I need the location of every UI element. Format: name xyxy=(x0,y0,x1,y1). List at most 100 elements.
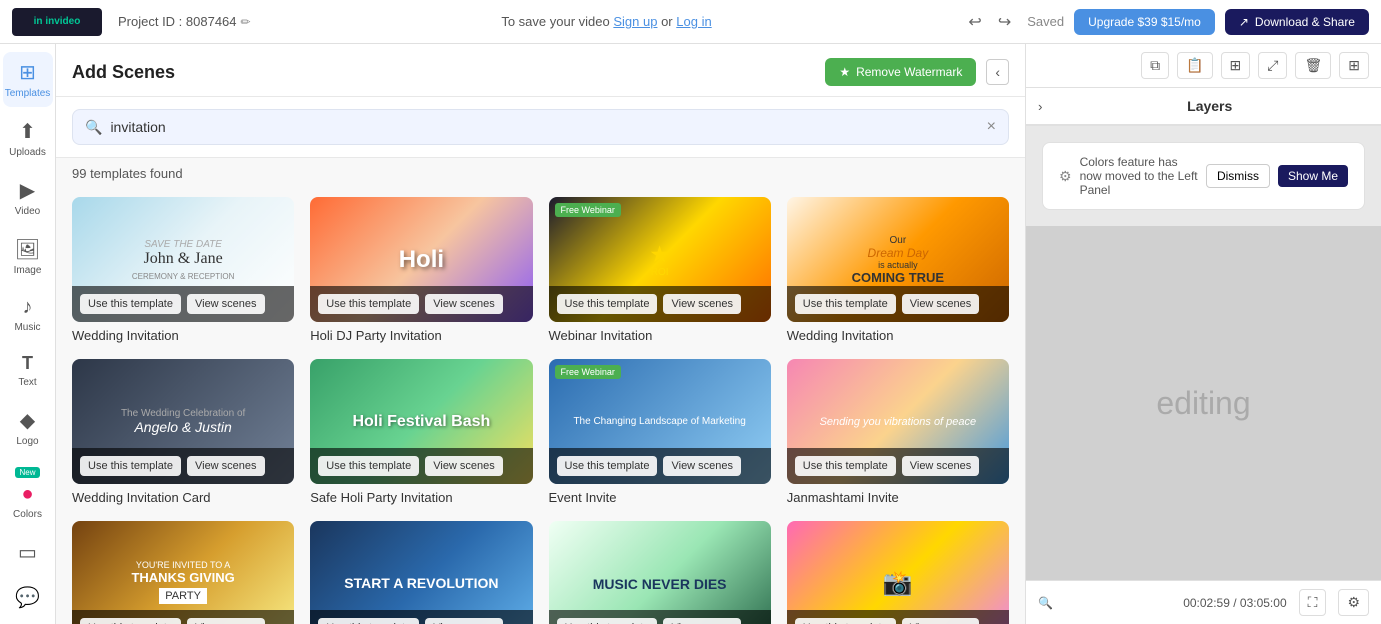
scenes-icon: ▭ xyxy=(18,540,37,565)
template-thumbnail[interactable]: Free Webinar The Changing Landscape of M… xyxy=(549,359,771,484)
template-card: MUSIC NEVER DIES Use this template View … xyxy=(549,521,771,624)
template-overlay: Use this template View scenes xyxy=(549,448,771,484)
view-scenes-button[interactable]: View scenes xyxy=(187,456,265,476)
star-icon: ★ xyxy=(839,65,850,79)
edit-project-icon[interactable]: ✏ xyxy=(241,15,251,29)
template-thumbnail[interactable]: The Wedding Celebration of Angelo & Just… xyxy=(72,359,294,484)
template-name: Safe Holi Party Invitation xyxy=(310,490,532,505)
zoom-icon: 🔍 xyxy=(1038,596,1053,610)
search-input[interactable] xyxy=(110,119,978,135)
resize-icon-button[interactable]: ⤢ xyxy=(1258,52,1287,79)
copy-icon-button[interactable]: ⧉ xyxy=(1141,52,1169,79)
view-scenes-button[interactable]: View scenes xyxy=(902,618,980,624)
view-scenes-button[interactable]: View scenes xyxy=(902,456,980,476)
view-scenes-button[interactable]: View scenes xyxy=(663,456,741,476)
sidebar-item-colors[interactable]: New ● Colors xyxy=(3,459,53,528)
template-thumbnail[interactable]: Free Webinar ★ ROI Use this template Vie… xyxy=(549,197,771,322)
collapse-panel-button[interactable]: ‹ xyxy=(986,59,1009,85)
use-template-button[interactable]: Use this template xyxy=(318,618,419,624)
right-area: ⧉ 📋 ⊞ ⤢ 🗑 ⊞ › Layers ⚙ Colors feature ha… xyxy=(1026,44,1381,624)
colors-icon: ● xyxy=(21,483,33,506)
clear-search-button[interactable]: × xyxy=(987,118,996,136)
template-thumbnail[interactable]: MUSIC NEVER DIES Use this template View … xyxy=(549,521,771,624)
undo-button[interactable]: ↩ xyxy=(962,8,987,36)
panel-header: Add Scenes ★ Remove Watermark ‹ xyxy=(56,44,1025,97)
sidebar-item-music[interactable]: ♪ Music xyxy=(3,288,53,341)
view-scenes-button[interactable]: View scenes xyxy=(425,294,503,314)
use-template-button[interactable]: Use this template xyxy=(557,456,658,476)
show-me-button[interactable]: Show Me xyxy=(1278,165,1348,187)
use-template-button[interactable]: Use this template xyxy=(80,618,181,624)
sidebar-item-chat[interactable]: 💬 xyxy=(3,577,53,618)
template-thumbnail[interactable]: START A REVOLUTION Use this template Vie… xyxy=(310,521,532,624)
login-link[interactable]: Log in xyxy=(676,14,711,29)
sidebar-item-logo[interactable]: ◆ Logo xyxy=(3,400,53,455)
template-thumbnail[interactable]: SAVE THE DATE John & Jane CEREMONY & REC… xyxy=(72,197,294,322)
template-name: Wedding Invitation xyxy=(72,328,294,343)
search-icon: 🔍 xyxy=(85,119,102,136)
use-template-button[interactable]: Use this template xyxy=(557,294,658,314)
view-scenes-button[interactable]: View scenes xyxy=(902,294,980,314)
use-template-button[interactable]: Use this template xyxy=(557,618,658,624)
template-thumbnail[interactable]: Holi Use this template View scenes xyxy=(310,197,532,322)
paste-icon-button[interactable]: 📋 xyxy=(1177,52,1212,79)
template-name: Webinar Invitation xyxy=(549,328,771,343)
video-icon: ▶ xyxy=(20,178,35,203)
view-scenes-button[interactable]: View scenes xyxy=(663,294,741,314)
editor-area: editing xyxy=(1026,226,1381,580)
view-scenes-button[interactable]: View scenes xyxy=(663,618,741,624)
use-template-button[interactable]: Use this template xyxy=(318,456,419,476)
template-card: YOU'RE INVITED TO A THANKS GIVING PARTY … xyxy=(72,521,294,624)
view-scenes-button[interactable]: View scenes xyxy=(425,456,503,476)
template-thumbnail[interactable]: YOU'RE INVITED TO A THANKS GIVING PARTY … xyxy=(72,521,294,624)
use-template-button[interactable]: Use this template xyxy=(795,294,896,314)
template-card: 📸 Use this template View scenes Photo In… xyxy=(787,521,1009,624)
template-overlay: Use this template View scenes xyxy=(310,448,532,484)
main-layout: ⊞ Templates ⬆ Uploads ▶ Video 🖼 Image ♪ … xyxy=(0,44,1381,624)
template-thumbnail[interactable]: Sending you vibrations of peace Use this… xyxy=(787,359,1009,484)
template-card: The Wedding Celebration of Angelo & Just… xyxy=(72,359,294,505)
logo: in invideo xyxy=(12,8,102,36)
sidebar-item-video[interactable]: ▶ Video xyxy=(3,170,53,225)
use-template-button[interactable]: Use this template xyxy=(318,294,419,314)
template-card: Holi Use this template View scenes Holi … xyxy=(310,197,532,343)
templates-grid: SAVE THE DATE John & Jane CEREMONY & REC… xyxy=(56,189,1025,624)
view-scenes-button[interactable]: View scenes xyxy=(425,618,503,624)
use-template-button[interactable]: Use this template xyxy=(80,294,181,314)
sidebar-item-image[interactable]: 🖼 Image xyxy=(3,229,53,284)
external-link-icon: ↗ xyxy=(1239,15,1249,29)
layers-collapse-button[interactable]: › xyxy=(1038,99,1042,114)
delete-icon-button[interactable]: 🗑 xyxy=(1295,52,1331,79)
template-name: Wedding Invitation Card xyxy=(72,490,294,505)
sidebar-item-templates[interactable]: ⊞ Templates xyxy=(3,52,53,107)
redo-button[interactable]: ↪ xyxy=(992,8,1017,36)
crop-icon-button[interactable]: ⊞ xyxy=(1221,52,1251,79)
template-thumbnail[interactable]: 📸 Use this template View scenes xyxy=(787,521,1009,624)
view-scenes-button[interactable]: View scenes xyxy=(187,618,265,624)
upgrade-button[interactable]: Upgrade $39 $15/mo xyxy=(1074,9,1215,35)
template-card: Free Webinar The Changing Landscape of M… xyxy=(549,359,771,505)
use-template-button[interactable]: Use this template xyxy=(80,456,181,476)
layers-header: › Layers xyxy=(1026,88,1381,125)
template-name: Event Invite xyxy=(549,490,771,505)
remove-watermark-button[interactable]: ★ Remove Watermark xyxy=(825,58,976,86)
project-id-text: Project ID : 8087464 xyxy=(118,14,237,29)
search-box: 🔍 × xyxy=(72,109,1009,145)
sidebar-item-uploads[interactable]: ⬆ Uploads xyxy=(3,111,53,166)
dismiss-button[interactable]: Dismiss xyxy=(1206,164,1270,188)
new-badge: New xyxy=(15,467,39,478)
template-overlay: Use this template View scenes xyxy=(787,286,1009,322)
download-button[interactable]: ↗ Download & Share xyxy=(1225,9,1369,35)
template-name: Janmashtami Invite xyxy=(787,490,1009,505)
use-template-button[interactable]: Use this template xyxy=(795,618,896,624)
use-template-button[interactable]: Use this template xyxy=(795,456,896,476)
grid-icon-button[interactable]: ⊞ xyxy=(1339,52,1369,79)
view-scenes-button[interactable]: View scenes xyxy=(187,294,265,314)
settings-button[interactable]: ⚙ xyxy=(1338,589,1369,616)
template-thumbnail[interactable]: Holi Festival Bash Use this template Vie… xyxy=(310,359,532,484)
signup-link[interactable]: Sign up xyxy=(613,14,657,29)
template-thumbnail[interactable]: Our Dream Day is actually COMING TRUE Us… xyxy=(787,197,1009,322)
sidebar-item-text[interactable]: T Text xyxy=(3,345,53,396)
sidebar-item-scenes[interactable]: ▭ xyxy=(3,532,53,573)
fullscreen-button[interactable]: ⛶ xyxy=(1299,589,1327,616)
